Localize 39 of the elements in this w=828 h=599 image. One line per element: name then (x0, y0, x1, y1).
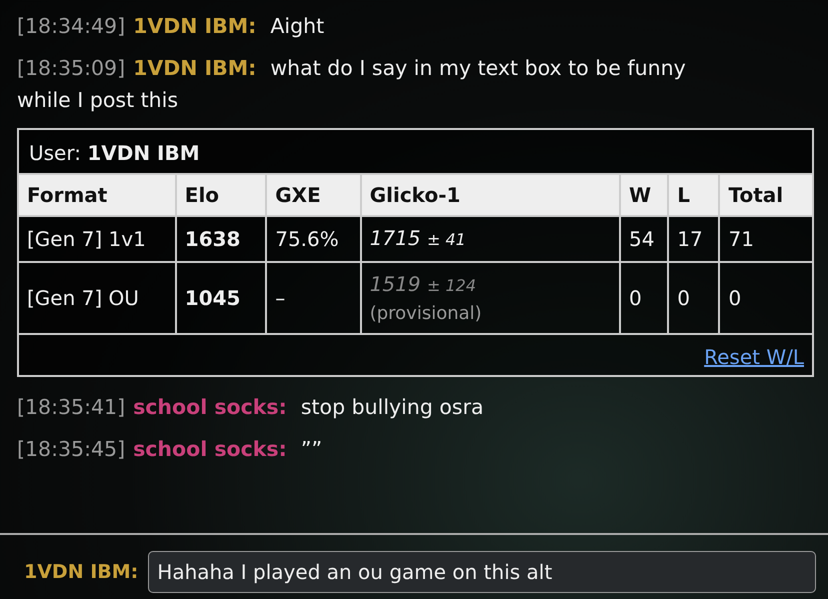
elo-cell: 1045 (176, 262, 266, 334)
timestamp: [18:35:45] (17, 437, 126, 461)
username[interactable]: school socks: (133, 395, 287, 419)
message-text: ”” (300, 437, 322, 461)
message-input[interactable]: Hahaha I played an ou game on this alt (148, 550, 816, 592)
gxe-cell: – (266, 262, 361, 334)
wins-cell: 54 (620, 216, 668, 262)
user-name: 1VDN IBM (87, 141, 200, 165)
message-text: while I post this (17, 87, 178, 114)
column-header: Glicko-1 (360, 174, 620, 216)
column-header: L (668, 174, 720, 216)
format-cell: [Gen 7] 1v1 (19, 216, 176, 262)
message-text: Aight (270, 14, 324, 38)
username[interactable]: school socks: (133, 437, 287, 461)
column-header: Format (19, 174, 176, 216)
losses-cell: 0 (668, 262, 720, 334)
username[interactable]: 1VDN IBM: (133, 56, 256, 80)
total-cell: 0 (719, 262, 812, 334)
reset-link[interactable]: Reset W/L (704, 345, 804, 369)
user-label: User: (29, 141, 82, 165)
column-header: GXE (266, 174, 361, 216)
timestamp: [18:35:09] (17, 56, 126, 80)
username[interactable]: 1VDN IBM: (133, 14, 256, 38)
format-cell: [Gen 7] OU (19, 262, 176, 334)
glicko-cell: 1519 ± 124 (provisional) (360, 262, 620, 334)
total-cell: 71 (719, 216, 812, 262)
elo-cell: 1638 (176, 216, 266, 262)
column-header: Total (719, 174, 812, 216)
gxe-cell: 75.6% (266, 216, 361, 262)
message-text: what do I say in my text box to be funny (270, 56, 686, 80)
losses-cell: 17 (668, 216, 720, 262)
wins-cell: 0 (620, 262, 668, 334)
message-text: stop bullying osra (300, 395, 484, 419)
glicko-cell: 1715 ± 41 (360, 216, 620, 262)
column-header: W (620, 174, 668, 216)
compose-username: 1VDN IBM: (24, 560, 138, 582)
timestamp: [18:35:41] (17, 395, 126, 419)
timestamp: [18:34:49] (17, 14, 126, 38)
column-header: Elo (176, 174, 266, 216)
